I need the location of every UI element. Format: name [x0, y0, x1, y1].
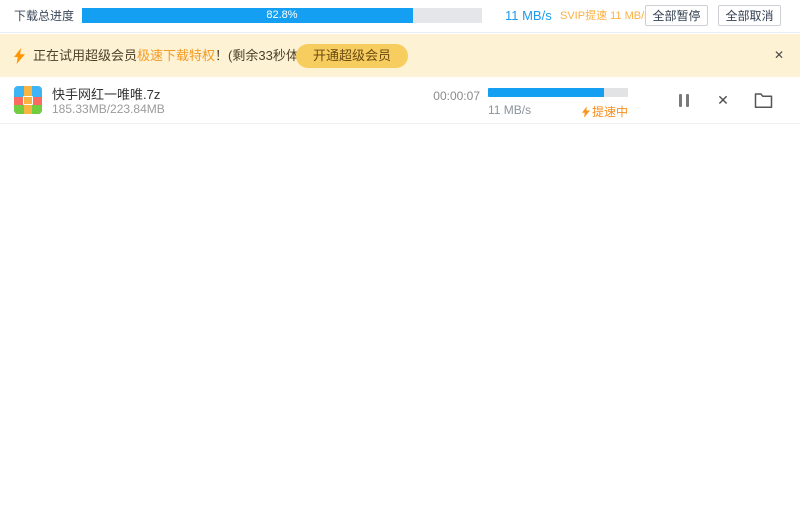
- lightning-icon: [581, 106, 590, 118]
- cancel-all-button[interactable]: 全部取消: [718, 5, 781, 26]
- file-name: 快手网红一唯唯.7z: [52, 87, 161, 102]
- banner-message-highlight: 极速下载特权: [137, 48, 216, 63]
- boost-status-label: 提速中: [591, 105, 628, 119]
- item-progress-bar: [488, 88, 628, 97]
- total-progress-toolbar: 下载总进度 82.8% 11 MB/s SVIP提速 11 MB/s 全部暂停 …: [0, 0, 800, 33]
- open-svip-button[interactable]: 开通超级会员: [296, 44, 409, 68]
- elapsed-time: 00:00:07: [433, 89, 480, 103]
- total-progress-percent: 82.8%: [266, 9, 298, 21]
- cancel-item-icon[interactable]: ✕: [714, 90, 732, 110]
- banner-message-prefix: 正在试用超级会员: [33, 48, 138, 63]
- svip-trial-banner: 正在试用超级会员极速下载特权！(剩余33秒体验结束) 开通超级会员 ✕: [0, 34, 800, 77]
- boost-status: 提速中: [555, 103, 628, 120]
- banner-close-icon[interactable]: ✕: [771, 34, 787, 77]
- file-size-progress: 185.33MB/223.84MB: [52, 102, 165, 116]
- download-manager-window: 下载总进度 82.8% 11 MB/s SVIP提速 11 MB/s 全部暂停 …: [0, 0, 800, 517]
- item-progress-fill: [488, 88, 604, 97]
- total-speed-value: 11 MB/s: [505, 8, 552, 23]
- total-progress-bar: 82.8%: [82, 8, 482, 23]
- lightning-icon: [14, 48, 25, 64]
- item-speed-value: 11 MB/s: [488, 103, 532, 117]
- open-folder-icon[interactable]: [754, 92, 773, 109]
- pause-item-icon[interactable]: [678, 94, 690, 107]
- download-row[interactable]: 快手网红一唯唯.7z 185.33MB/223.84MB 00:00:07 11…: [0, 77, 800, 124]
- pause-all-button[interactable]: 全部暂停: [645, 5, 708, 26]
- total-progress-label: 下载总进度: [14, 9, 75, 23]
- svip-boost-speed: SVIP提速 11 MB/s: [560, 10, 650, 22]
- archive-7z-icon: [14, 86, 42, 114]
